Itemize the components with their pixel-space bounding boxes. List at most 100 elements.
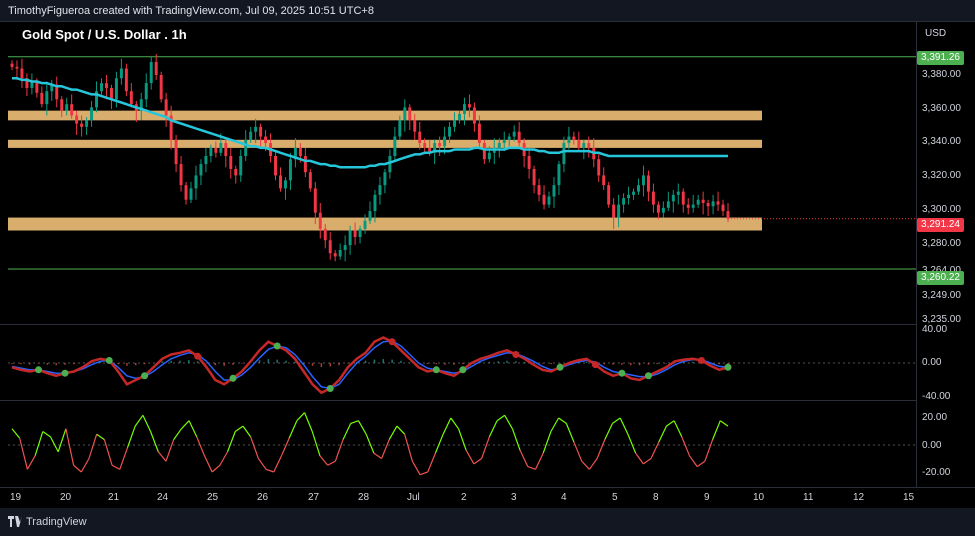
candle-body bbox=[179, 164, 183, 186]
candle-body bbox=[507, 136, 511, 140]
candle-body bbox=[45, 91, 49, 105]
osc2-line-segment bbox=[142, 415, 152, 432]
symbol-title[interactable]: Gold Spot / U.S. Dollar . 1h bbox=[22, 27, 187, 42]
candle-body bbox=[199, 164, 203, 176]
osc2-line-segment bbox=[658, 425, 667, 443]
osc2-tick: 0.00 bbox=[922, 440, 942, 451]
time-label: 20 bbox=[60, 492, 72, 503]
osc1-cross-dot bbox=[724, 363, 732, 371]
candle-body bbox=[363, 220, 367, 229]
osc2-line-segment bbox=[280, 438, 290, 457]
osc2-line-segment bbox=[596, 439, 606, 459]
osc2-line-segment bbox=[642, 458, 652, 465]
osc1-cross-dot bbox=[105, 356, 113, 364]
candle-body bbox=[184, 185, 188, 200]
candle-body bbox=[338, 249, 342, 257]
price-tick: 3,300.00 bbox=[922, 204, 961, 215]
candle-body bbox=[383, 172, 387, 186]
candle-body bbox=[239, 156, 243, 176]
candle-body bbox=[413, 120, 417, 132]
osc2-line-segment bbox=[304, 412, 313, 432]
osc2-line-segment bbox=[219, 451, 229, 466]
osc2-line-segment bbox=[49, 436, 59, 453]
osc2-line-segment bbox=[519, 450, 529, 467]
osc2-line-segment bbox=[88, 434, 98, 459]
osc2-line-segment bbox=[527, 466, 536, 470]
osc1-cross-dot bbox=[326, 385, 334, 392]
candle-body bbox=[582, 143, 586, 148]
candle-body bbox=[632, 191, 636, 195]
candle-body bbox=[85, 120, 89, 127]
osc1-cross-dot bbox=[459, 366, 467, 374]
footer-brand: TradingView bbox=[26, 516, 87, 528]
osc2-line-segment bbox=[365, 433, 375, 454]
osc2-line-segment bbox=[273, 455, 283, 473]
osc2-line-segment bbox=[457, 428, 467, 451]
time-label: 11 bbox=[803, 492, 814, 503]
price-tick: 3,320.00 bbox=[922, 170, 961, 181]
time-label: 10 bbox=[753, 492, 765, 503]
candle-body bbox=[60, 99, 64, 111]
osc2-line-segment bbox=[65, 428, 75, 466]
osc2-line-segment bbox=[442, 417, 452, 435]
time-label: 15 bbox=[903, 492, 915, 503]
osc2-line-segment bbox=[150, 431, 159, 452]
osc2-line-segment bbox=[250, 436, 259, 459]
candle-body bbox=[418, 131, 422, 144]
candle-body bbox=[423, 143, 427, 148]
osc2-line-segment bbox=[157, 451, 167, 462]
osc2-line-segment bbox=[434, 433, 444, 454]
candle-body bbox=[477, 123, 481, 144]
osc1-tick: 0.00 bbox=[922, 357, 942, 368]
time-label: 21 bbox=[108, 492, 120, 503]
osc2-line-segment bbox=[534, 452, 544, 470]
time-axis[interactable] bbox=[0, 487, 975, 507]
candle-body bbox=[328, 240, 332, 254]
candle-body bbox=[517, 131, 521, 144]
osc1-cross-dot bbox=[388, 338, 396, 346]
time-label: 12 bbox=[853, 492, 865, 503]
osc2-line-segment bbox=[234, 425, 244, 432]
candle-body bbox=[537, 185, 541, 195]
chart-canvas[interactable] bbox=[0, 0, 916, 487]
osc1-cross-dot bbox=[194, 352, 202, 360]
price-tick: 3,380.00 bbox=[922, 69, 961, 80]
candle-body bbox=[661, 207, 665, 213]
osc2-line-segment bbox=[196, 436, 206, 457]
osc2-line-segment bbox=[573, 442, 583, 462]
osc2-line-segment bbox=[334, 439, 344, 462]
osc2-line-segment bbox=[542, 431, 552, 454]
osc2-line-segment bbox=[227, 431, 236, 452]
support-resistance-zone bbox=[8, 217, 762, 231]
candle-body bbox=[482, 143, 486, 160]
candle-body bbox=[408, 107, 412, 121]
low-price-tag: 3,260.22 bbox=[917, 271, 964, 285]
pane-divider[interactable] bbox=[0, 324, 975, 325]
candle-body bbox=[343, 245, 347, 250]
candle-body bbox=[20, 68, 24, 79]
candle-body bbox=[323, 228, 327, 241]
candle-body bbox=[164, 99, 168, 116]
price-tick: 3,340.00 bbox=[922, 136, 961, 147]
osc2-line-segment bbox=[696, 460, 706, 468]
candle-body bbox=[318, 212, 322, 229]
candle-body bbox=[65, 104, 69, 111]
osc2-line-segment bbox=[496, 414, 506, 422]
osc2-line-segment bbox=[427, 452, 436, 473]
candle-body bbox=[274, 156, 278, 176]
osc2-line-segment bbox=[473, 458, 482, 465]
candle-body bbox=[577, 139, 581, 148]
osc2-line-segment bbox=[411, 460, 421, 475]
osc2-line-segment bbox=[627, 433, 637, 454]
osc1-cross-dot bbox=[591, 361, 599, 369]
candle-body bbox=[224, 143, 228, 156]
osc1-cross-dot bbox=[141, 372, 149, 380]
candle-body bbox=[229, 156, 233, 169]
candle-body bbox=[403, 107, 407, 121]
candle-body bbox=[104, 83, 108, 88]
candle-body bbox=[348, 230, 352, 246]
pane-divider[interactable] bbox=[0, 400, 975, 401]
osc2-line-segment bbox=[119, 447, 129, 470]
candle-body bbox=[308, 172, 312, 189]
osc2-line-segment bbox=[612, 417, 621, 424]
